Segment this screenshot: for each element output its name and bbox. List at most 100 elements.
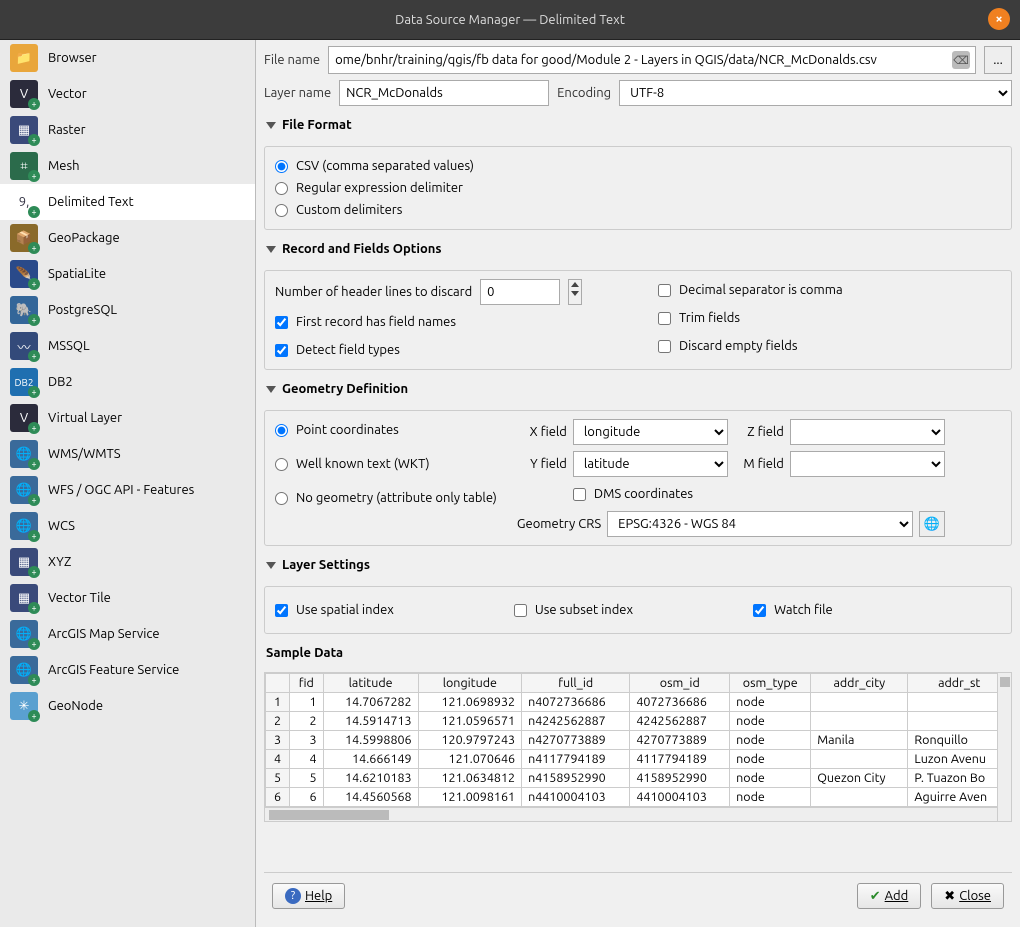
file-format-header[interactable]: File Format xyxy=(264,112,1012,138)
close-button[interactable]: ✖Close xyxy=(931,883,1004,909)
spatial-index-check[interactable] xyxy=(275,604,288,617)
check-icon: ✔ xyxy=(870,889,881,904)
sidebar-item-raster[interactable]: ▦+Raster xyxy=(0,112,255,148)
trim-fields-label: Trim fields xyxy=(679,311,740,325)
sidebar-item-arcgis-feature[interactable]: 🌐+ArcGIS Feature Service xyxy=(0,652,255,688)
z-field-select[interactable] xyxy=(790,419,945,445)
sidebar-item-vector-tile[interactable]: ▦+Vector Tile xyxy=(0,580,255,616)
dms-check[interactable] xyxy=(573,488,586,501)
sidebar-item-label: Delimited Text xyxy=(48,195,134,209)
table-row[interactable]: 1114.7067282121.0698932n4072736686407273… xyxy=(266,693,1011,712)
sidebar-item-spatialite[interactable]: 🪶+SpatiaLite xyxy=(0,256,255,292)
sidebar-item-db2[interactable]: DB2+DB2 xyxy=(0,364,255,400)
sidebar-item-wcs[interactable]: 🌐+WCS xyxy=(0,508,255,544)
add-button[interactable]: ✔Add xyxy=(857,883,922,909)
chevron-down-icon xyxy=(266,562,276,569)
crs-select[interactable]: EPSG:4326 - WGS 84 xyxy=(607,511,913,537)
table-header[interactable]: addr_st xyxy=(908,674,1011,693)
table-header[interactable]: longitude xyxy=(418,674,521,693)
header-lines-spin[interactable] xyxy=(480,279,560,305)
sidebar-item-label: ArcGIS Map Service xyxy=(48,627,160,641)
table-header[interactable]: osm_type xyxy=(730,674,811,693)
sidebar-item-label: Virtual Layer xyxy=(48,411,122,425)
sidebar-item-geopackage[interactable]: 📦+GeoPackage xyxy=(0,220,255,256)
header-lines-label: Number of header lines to discard xyxy=(275,285,472,299)
sidebar-item-xyz[interactable]: ▦+XYZ xyxy=(0,544,255,580)
sidebar-item-postgresql[interactable]: 🐘+PostgreSQL xyxy=(0,292,255,328)
format-regex-label: Regular expression delimiter xyxy=(296,181,463,195)
detect-types-check[interactable] xyxy=(275,344,288,357)
record-options-header[interactable]: Record and Fields Options xyxy=(264,236,1012,262)
browse-button[interactable]: ... xyxy=(984,46,1012,74)
geometry-group: Point coordinates Well known text (WKT) … xyxy=(264,410,1012,546)
geom-none-label: No geometry (attribute only table) xyxy=(296,491,497,505)
table-row[interactable]: 5514.6210183121.0634812n4158952990415895… xyxy=(266,769,1011,788)
watch-file-check[interactable] xyxy=(753,604,766,617)
trim-fields-check[interactable] xyxy=(658,312,671,325)
m-field-select[interactable] xyxy=(790,451,945,477)
clear-file-icon[interactable]: ⌫ xyxy=(952,51,970,69)
table-header[interactable]: addr_city xyxy=(811,674,908,693)
geometry-header[interactable]: Geometry Definition xyxy=(264,376,1012,402)
first-record-check[interactable] xyxy=(275,316,288,329)
table-row[interactable]: 3314.5998806120.9797243n4270773889427077… xyxy=(266,731,1011,750)
sidebar-item-browser[interactable]: 📁Browser xyxy=(0,40,255,76)
sidebar-item-arcgis-map[interactable]: 🌐+ArcGIS Map Service xyxy=(0,616,255,652)
sidebar-item-wms[interactable]: 🌐+WMS/WMTS xyxy=(0,436,255,472)
subset-index-check[interactable] xyxy=(514,604,527,617)
table-header[interactable]: full_id xyxy=(522,674,630,693)
sidebar-item-vector[interactable]: V+Vector xyxy=(0,76,255,112)
window-title: Data Source Manager — Delimited Text xyxy=(395,13,625,27)
sample-table: fidlatitudelongitudefull_idosm_idosm_typ… xyxy=(264,672,1012,822)
encoding-select[interactable]: UTF-8 xyxy=(619,80,1012,106)
table-row[interactable]: 6614.4560568121.0098161n4410004103441000… xyxy=(266,788,1011,807)
title-bar: Data Source Manager — Delimited Text × xyxy=(0,0,1020,40)
y-field-select[interactable]: latitude xyxy=(573,451,728,477)
layer-name-label: Layer name xyxy=(264,86,331,100)
format-regex-radio[interactable] xyxy=(275,182,288,195)
table-header[interactable]: fid xyxy=(289,674,323,693)
file-name-input[interactable] xyxy=(328,46,976,74)
table-header[interactable]: latitude xyxy=(323,674,418,693)
discard-empty-check[interactable] xyxy=(658,340,671,353)
table-header[interactable] xyxy=(266,674,290,693)
format-custom-radio[interactable] xyxy=(275,204,288,217)
x-field-select[interactable]: longitude xyxy=(573,419,728,445)
main-panel: File name ⌫ ... Layer name Encoding UTF-… xyxy=(256,40,1020,927)
crs-label: Geometry CRS xyxy=(517,517,601,531)
decimal-comma-check[interactable] xyxy=(658,284,671,297)
record-options-group: Number of header lines to discard First … xyxy=(264,270,1012,370)
close-icon[interactable]: × xyxy=(988,8,1010,30)
geom-wkt-radio[interactable] xyxy=(275,458,288,471)
table-header[interactable]: osm_id xyxy=(630,674,730,693)
vertical-scrollbar[interactable] xyxy=(997,673,1011,821)
table-row[interactable]: 2214.5914713121.0596571n4242562887424256… xyxy=(266,712,1011,731)
decimal-comma-label: Decimal separator is comma xyxy=(679,283,843,297)
horizontal-scrollbar[interactable] xyxy=(265,807,997,821)
geom-none-radio[interactable] xyxy=(275,492,288,505)
sidebar-item-label: SpatiaLite xyxy=(48,267,106,281)
geom-point-radio[interactable] xyxy=(275,424,288,437)
watch-file-label: Watch file xyxy=(774,603,833,617)
geom-wkt-label: Well known text (WKT) xyxy=(296,457,430,471)
crs-picker-button[interactable]: 🌐 xyxy=(919,511,945,537)
spin-up-icon[interactable] xyxy=(571,282,579,287)
sidebar-item-wfs[interactable]: 🌐+WFS / OGC API - Features xyxy=(0,472,255,508)
file-format-group: CSV (comma separated values) Regular exp… xyxy=(264,146,1012,230)
help-button[interactable]: ?Help xyxy=(272,883,345,909)
format-csv-radio[interactable] xyxy=(275,160,288,173)
sidebar-item-geonode[interactable]: ✳+GeoNode xyxy=(0,688,255,724)
sidebar-item-mesh[interactable]: ⌗+Mesh xyxy=(0,148,255,184)
sidebar-item-label: Raster xyxy=(48,123,86,137)
table-row[interactable]: 4414.666149121.070646n411779418941177941… xyxy=(266,750,1011,769)
format-custom-label: Custom delimiters xyxy=(296,203,402,217)
sample-data-header: Sample Data xyxy=(264,640,1012,666)
sidebar-item-delimited-text[interactable]: 9,+Delimited Text xyxy=(0,184,255,220)
layer-name-input[interactable] xyxy=(339,80,549,106)
spin-down-icon[interactable] xyxy=(571,291,579,296)
help-icon: ? xyxy=(285,888,301,904)
layer-settings-header[interactable]: Layer Settings xyxy=(264,552,1012,578)
sidebar-item-mssql[interactable]: 〰+MSSQL xyxy=(0,328,255,364)
sidebar-item-virtual-layer[interactable]: V+Virtual Layer xyxy=(0,400,255,436)
chevron-down-icon xyxy=(266,122,276,129)
